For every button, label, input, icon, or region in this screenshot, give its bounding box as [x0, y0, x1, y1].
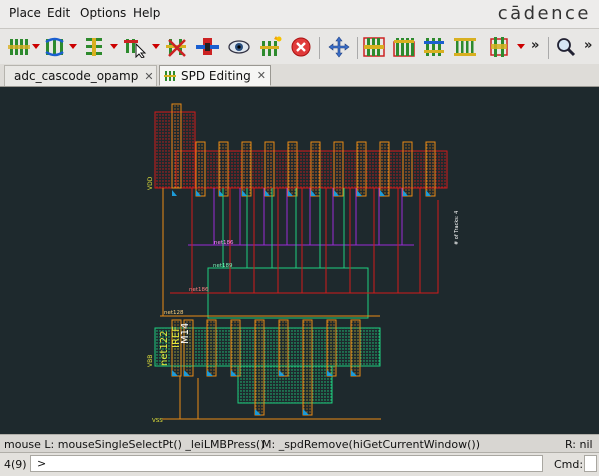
toolbar-separator [548, 37, 549, 59]
tab-close-icon[interactable]: ✕ [257, 69, 266, 82]
pmos-gate-finger [241, 141, 252, 197]
nmos-gate-finger [350, 319, 361, 377]
menu-options[interactable]: Options [80, 6, 126, 20]
route-icon[interactable] [165, 35, 189, 59]
fingers-2-icon[interactable] [392, 35, 416, 59]
tab-close-icon[interactable]: ✕ [144, 70, 153, 83]
toolbar-separator [357, 37, 358, 59]
menu-edit[interactable]: Edit [47, 6, 70, 20]
nmos-gate-finger [230, 319, 241, 377]
vbb-label: VBB [147, 355, 154, 367]
pmos-gate-finger [379, 141, 390, 197]
bus-icon[interactable] [488, 35, 512, 59]
toolbar-overflow-icon[interactable]: » [531, 38, 539, 53]
net128-label: net128 [164, 310, 184, 316]
pmos-group[interactable] [154, 103, 448, 197]
pmos-contact [172, 190, 177, 196]
status-bar: mouse L: mouseSingleSelectPt() _leiLMBPr… [0, 434, 599, 453]
select-dropdown-icon[interactable] [152, 44, 160, 49]
pan-icon[interactable] [327, 35, 351, 59]
pmos-gate-finger [333, 141, 344, 197]
toolbar-overflow-icon[interactable]: » [584, 38, 592, 53]
align-icon[interactable] [82, 35, 106, 59]
toolbar-separator [319, 37, 320, 59]
status-mouse-l: mouse L: mouseSingleSelectPt() _leiLMBPr… [4, 438, 265, 451]
tab-bar: adc_cascode_opamp ✕ SPD Editing ✕ [0, 64, 599, 87]
m14-label: M14 [180, 323, 191, 344]
search-icon[interactable] [554, 35, 578, 59]
fingers-4-icon[interactable] [453, 35, 477, 59]
pmos-gate-finger [402, 141, 413, 197]
fingers-1-icon[interactable] [362, 35, 386, 59]
tracks-label: # of Tracks: 4 [454, 211, 460, 245]
vdd-label: VDD [147, 176, 154, 190]
nmos-gate-finger [326, 319, 337, 377]
view-eye-icon[interactable] [227, 35, 251, 59]
pmos-gate-finger [218, 141, 229, 197]
pmos-gate-finger [171, 103, 182, 189]
command-bar: 4(9) > Cmd: [0, 452, 599, 476]
nmos-gate-finger [278, 319, 289, 377]
cmd-field[interactable] [584, 455, 597, 472]
command-input[interactable]: > [30, 455, 543, 472]
spd-icon [164, 70, 176, 81]
layout-drawing[interactable]: VDD VBB VSS net186 net189 net186 net128 … [0, 87, 599, 434]
vss-label: VSS [152, 418, 163, 424]
probe-icon[interactable] [196, 35, 220, 59]
nmos-gate-finger [254, 319, 265, 416]
layout-canvas[interactable]: VDD VBB VSS net186 net189 net186 net128 … [0, 87, 599, 434]
pmos-gate-finger [287, 141, 298, 197]
place-pins-icon[interactable] [8, 35, 32, 59]
swap-dropdown-icon[interactable] [69, 44, 77, 49]
menu-bar: Place Edit Options Help cādence [0, 0, 599, 28]
net186-label-2: net186 [189, 287, 209, 293]
menu-place[interactable]: Place [9, 6, 41, 20]
nmos-gate-finger [302, 319, 313, 416]
align-dropdown-icon[interactable] [110, 44, 118, 49]
bus-dropdown-icon[interactable] [517, 44, 525, 49]
tab-spd-editing[interactable]: SPD Editing ✕ [159, 65, 271, 86]
toolbar: » » [0, 28, 599, 66]
add-icon[interactable] [259, 35, 283, 59]
status-mouse-m: M: _spdRemove(hiGetCurrentWindow()) [262, 438, 481, 451]
net186-label: net186 [214, 240, 234, 246]
status-mouse-r: R: nil [565, 438, 593, 451]
swap-icon[interactable] [43, 35, 67, 59]
cmd-label: Cmd: [554, 458, 584, 471]
nmos-gate-finger [206, 319, 217, 377]
net189-label: net189 [213, 263, 233, 269]
place-pins-dropdown-icon[interactable] [32, 44, 40, 49]
tab-label: adc_cascode_opamp [14, 69, 139, 83]
cadence-logo: cādence [497, 3, 591, 24]
delete-icon[interactable] [289, 35, 313, 59]
pmos-gate-finger [310, 141, 321, 197]
fingers-3-icon[interactable] [422, 35, 446, 59]
pmos-gate-finger [356, 141, 367, 197]
pmos-gate-finger [264, 141, 275, 197]
tab-adc-cascode-opamp[interactable]: adc_cascode_opamp ✕ [4, 65, 157, 86]
net122-label: net122 [159, 331, 170, 367]
pmos-gate-finger [425, 141, 436, 197]
tab-label: SPD Editing [181, 68, 251, 83]
command-count: 4(9) [4, 458, 27, 471]
select-icon[interactable] [124, 35, 148, 59]
pmos-gate-finger [195, 141, 206, 197]
menu-help[interactable]: Help [133, 6, 160, 20]
